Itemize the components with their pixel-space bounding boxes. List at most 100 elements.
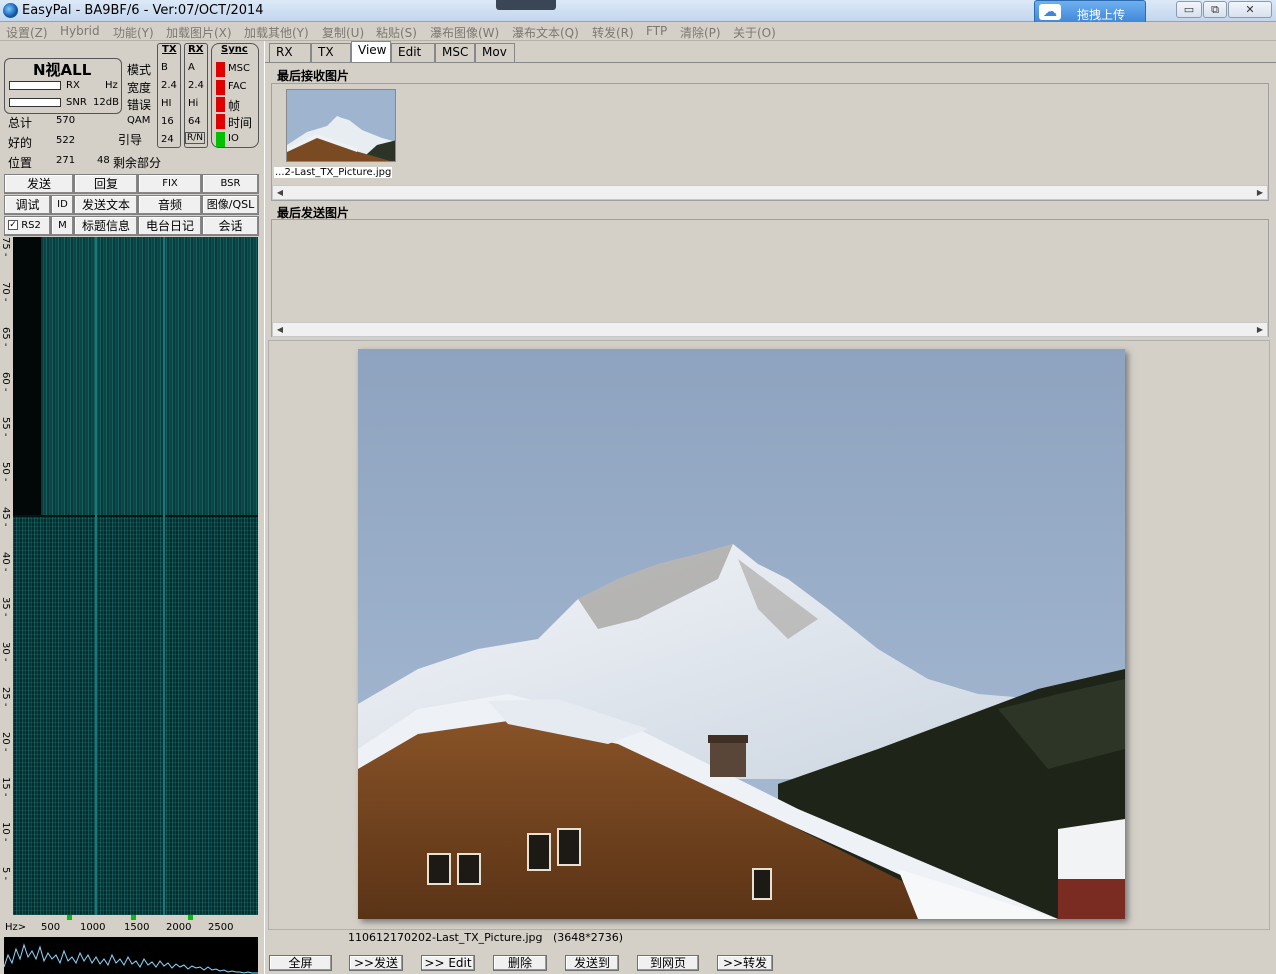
waterfall-tick: 50 -: [0, 462, 11, 482]
scroll-left-icon[interactable]: ◀: [273, 323, 287, 336]
time-label: 时间: [228, 116, 253, 130]
waterfall-carrier-1: [95, 237, 97, 915]
delete-button[interactable]: 删除: [493, 955, 547, 971]
tx-mode: B: [161, 62, 168, 73]
send-to-button[interactable]: 发送到: [565, 955, 619, 971]
rs2-checkbox[interactable]: ✓ RS2: [4, 216, 51, 236]
to-webpage-button[interactable]: 到网页: [637, 955, 699, 971]
menu-settings[interactable]: 设置(Z): [6, 24, 48, 41]
waterfall-tick: 75 -: [0, 237, 11, 257]
received-thumbnail[interactable]: [286, 89, 396, 162]
good-value: 522: [56, 135, 76, 146]
forward-button[interactable]: >>转发: [717, 955, 773, 971]
chat-button[interactable]: 会话: [202, 216, 259, 236]
tx-pilot: 24: [161, 134, 174, 145]
sync-box: Sync MSC FAC 帧 时间 IO: [211, 43, 259, 148]
image-caption: 110612170202-Last_TX_Picture.jpg (3648*2…: [348, 931, 623, 944]
app-globe-icon: [3, 3, 18, 18]
fac-led: [216, 80, 225, 95]
menu-function[interactable]: 功能(Y): [113, 24, 154, 41]
spectrum-trace: [4, 943, 258, 974]
menu-copy[interactable]: 复制(U): [322, 24, 364, 41]
scroll-left-icon[interactable]: ◀: [273, 186, 287, 199]
m-button[interactable]: M: [51, 216, 74, 236]
waterfall-carrier-2: [163, 237, 165, 915]
total-label: 总计: [8, 116, 33, 130]
freq-marker: [188, 915, 193, 920]
scroll-right-icon[interactable]: ▶: [1253, 323, 1267, 336]
image-qsl-button[interactable]: 图像/QSL: [202, 195, 259, 215]
remain-label: 剩余部分: [113, 156, 162, 170]
frame-label: 帧: [228, 99, 241, 113]
waterfall-display[interactable]: [13, 237, 258, 915]
menu-clear[interactable]: 清除(P): [680, 24, 721, 41]
close-button[interactable]: ✕: [1228, 1, 1272, 18]
rx-mode: A: [188, 62, 195, 73]
waterfall-noise: [13, 517, 258, 915]
menu-paste[interactable]: 粘贴(S): [376, 24, 417, 41]
bsr-button[interactable]: BSR: [202, 174, 259, 194]
maximize-button[interactable]: ⧉: [1203, 1, 1227, 18]
menu-ftp[interactable]: FTP: [646, 24, 667, 38]
position-value: 271: [56, 155, 76, 166]
hz-label: Hz: [105, 80, 118, 91]
send-button[interactable]: 发送: [4, 174, 74, 194]
waterfall-tick: 65 -: [0, 327, 11, 347]
tab-mov[interactable]: Mov: [475, 43, 515, 62]
header-info-button[interactable]: 标题信息: [74, 216, 138, 236]
title-bar: EasyPal - BA9BF/6 - Ver:07/OCT/2014 ☁ 拖拽…: [0, 0, 1276, 24]
tab-msc[interactable]: MSC: [435, 43, 475, 62]
debug-button[interactable]: 调试: [4, 195, 51, 215]
scroll-right-icon[interactable]: ▶: [1253, 186, 1267, 199]
rx-label: RX: [66, 80, 80, 91]
rx-box: RX A 2.4 Hi 64 R/N: [184, 43, 208, 148]
tab-view[interactable]: View: [351, 41, 391, 63]
freq-tick: 500: [41, 922, 61, 933]
received-scrollbar[interactable]: ◀ ▶: [272, 185, 1268, 200]
freq-marker: [131, 915, 136, 920]
rx-rn-button[interactable]: R/N: [185, 132, 206, 144]
frame-led: [216, 97, 225, 112]
menu-load-picture[interactable]: 加载图片(X): [166, 24, 232, 41]
fix-button[interactable]: FIX: [138, 174, 202, 194]
menu-waterfall-image[interactable]: 瀑布图像(W): [430, 24, 499, 41]
mode-label: 模式: [127, 63, 152, 77]
msc-label: MSC: [228, 63, 250, 74]
send-to-tx-button[interactable]: >>发送: [349, 955, 403, 971]
upload-button[interactable]: ☁ 拖拽上传: [1034, 0, 1146, 24]
menu-hybrid[interactable]: Hybrid: [60, 24, 100, 38]
fullscreen-button[interactable]: 全屏: [269, 955, 332, 971]
rx-level-bar: [9, 81, 61, 90]
title-bar-widget: [496, 0, 556, 10]
tab-divider: [265, 62, 1276, 63]
reply-button[interactable]: 回复: [74, 174, 138, 194]
audio-button[interactable]: 音频: [138, 195, 202, 215]
send-text-button[interactable]: 发送文本: [74, 195, 138, 215]
id-button[interactable]: ID: [51, 195, 74, 215]
total-value: 570: [56, 115, 76, 126]
freq-prefix: Hz>: [5, 922, 27, 933]
menu-waterfall-text[interactable]: 瀑布文本(Q): [512, 24, 579, 41]
to-edit-button[interactable]: >> Edit: [421, 955, 475, 971]
position-label: 位置: [8, 156, 33, 170]
time-led: [216, 114, 225, 129]
minimize-button[interactable]: ▭: [1176, 1, 1202, 18]
rx-width: 2.4: [188, 80, 204, 91]
received-pane: [271, 83, 1269, 201]
tab-tx[interactable]: TX: [311, 43, 351, 62]
sent-scrollbar[interactable]: ◀ ▶: [272, 322, 1268, 337]
good-label: 好的: [8, 136, 33, 150]
tx-box: TX B 2.4 HI 16 24: [157, 43, 181, 148]
io-led: [216, 132, 225, 147]
waterfall-tick: 35 -: [0, 597, 11, 617]
tab-edit[interactable]: Edit: [391, 43, 435, 62]
menu-load-other[interactable]: 加载其他(Y): [244, 24, 309, 41]
io-label: IO: [228, 133, 239, 144]
menu-forward[interactable]: 转发(R): [592, 24, 634, 41]
station-log-button[interactable]: 电台日记: [138, 216, 202, 236]
tx-width: 2.4: [161, 80, 177, 91]
sync-header: Sync: [221, 44, 248, 55]
tab-rx[interactable]: RX: [269, 43, 311, 62]
menu-about[interactable]: 关于(O): [733, 24, 776, 41]
main-picture[interactable]: [358, 349, 1125, 919]
